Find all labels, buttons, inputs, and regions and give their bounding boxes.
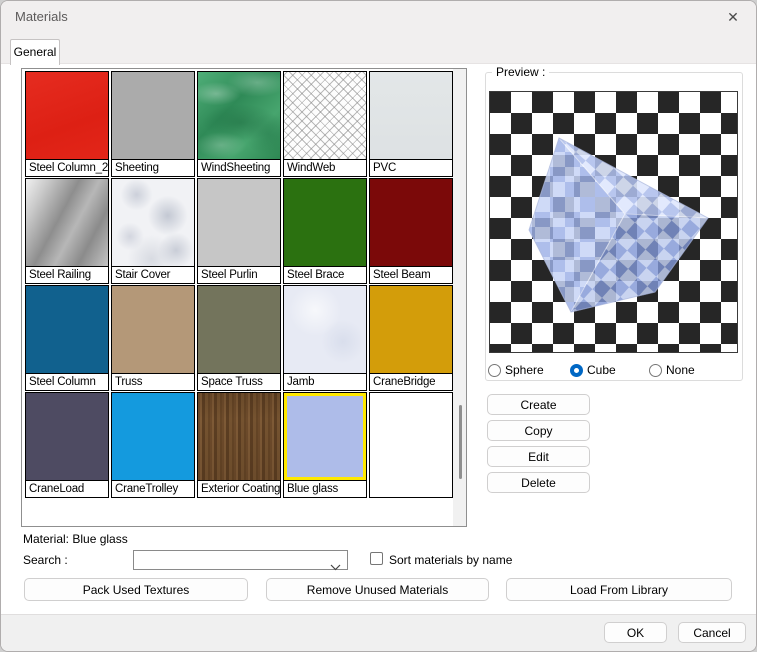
pack-used-textures-button[interactable]: Pack Used Textures bbox=[24, 578, 248, 601]
material-cell[interactable]: Space Truss bbox=[197, 285, 281, 391]
material-cell[interactable]: CraneBridge bbox=[369, 285, 453, 391]
material-cell[interactable]: CraneTrolley bbox=[111, 392, 195, 498]
material-swatch bbox=[284, 179, 366, 266]
material-name: Steel Brace bbox=[284, 266, 366, 283]
material-swatch bbox=[370, 72, 452, 159]
material-name: CraneTrolley bbox=[112, 480, 194, 497]
material-name: CraneLoad bbox=[26, 480, 108, 497]
edit-button[interactable]: Edit bbox=[487, 446, 590, 467]
material-cell[interactable]: CraneLoad bbox=[25, 392, 109, 498]
material-swatch bbox=[198, 72, 280, 159]
material-cell[interactable]: WindWeb bbox=[283, 71, 367, 177]
material-cell[interactable]: PVC bbox=[369, 71, 453, 177]
remove-unused-materials-button[interactable]: Remove Unused Materials bbox=[266, 578, 489, 601]
material-name: Jamb bbox=[284, 373, 366, 390]
shape-radio-sphere[interactable]: Sphere bbox=[488, 363, 544, 377]
material-swatch bbox=[198, 179, 280, 266]
material-cell[interactable]: Truss bbox=[111, 285, 195, 391]
material-name bbox=[370, 480, 452, 497]
close-icon: ✕ bbox=[727, 9, 739, 26]
scrollbar-thumb[interactable] bbox=[459, 405, 462, 479]
material-swatch bbox=[26, 72, 108, 159]
material-name: Space Truss bbox=[198, 373, 280, 390]
chevron-down-icon[interactable] bbox=[330, 558, 341, 576]
shape-radio-label: Sphere bbox=[505, 363, 544, 377]
material-name: Steel Railing bbox=[26, 266, 108, 283]
material-name: Steel Column_2 bbox=[26, 159, 108, 176]
radio-icon bbox=[488, 364, 501, 377]
material-swatch bbox=[26, 179, 108, 266]
shape-radio-label: Cube bbox=[587, 363, 616, 377]
material-list[interactable]: Steel Column_2 Sheeting WindSheeting Win… bbox=[21, 68, 467, 527]
material-cell[interactable]: Steel Purlin bbox=[197, 178, 281, 284]
load-from-library-button[interactable]: Load From Library bbox=[506, 578, 732, 601]
tab-general[interactable]: General bbox=[10, 39, 60, 65]
material-swatch bbox=[26, 286, 108, 373]
material-cell[interactable]: Blue glass bbox=[283, 392, 367, 498]
preview-shape-options: Sphere Cube None bbox=[485, 361, 743, 379]
material-name: Exterior Coating bbox=[198, 480, 280, 497]
search-input[interactable] bbox=[133, 550, 348, 570]
material-cell[interactable]: Exterior Coating bbox=[197, 392, 281, 498]
tab-strip bbox=[1, 31, 756, 64]
material-name: Steel Column bbox=[26, 373, 108, 390]
material-cell[interactable]: Steel Brace bbox=[283, 178, 367, 284]
close-button[interactable]: ✕ bbox=[718, 5, 748, 29]
material-cell[interactable]: Jamb bbox=[283, 285, 367, 391]
materials-dialog: Materials ✕ General Steel Column_2 Sheet… bbox=[0, 0, 757, 652]
material-name: WindWeb bbox=[284, 159, 366, 176]
delete-button[interactable]: Delete bbox=[487, 472, 590, 493]
sort-checkbox[interactable] bbox=[370, 552, 383, 565]
shape-radio-cube[interactable]: Cube bbox=[570, 363, 616, 377]
material-cell[interactable]: Steel Beam bbox=[369, 178, 453, 284]
preview-group-label: Preview : bbox=[492, 65, 549, 79]
material-swatch bbox=[370, 286, 452, 373]
material-swatch bbox=[198, 393, 280, 480]
material-cell[interactable]: Steel Railing bbox=[25, 178, 109, 284]
material-swatch bbox=[284, 393, 366, 480]
titlebar: Materials ✕ bbox=[1, 1, 756, 31]
material-swatch bbox=[112, 179, 194, 266]
material-name: Blue glass bbox=[284, 480, 366, 497]
copy-button[interactable]: Copy bbox=[487, 420, 590, 441]
material-cell[interactable]: Steel Column bbox=[25, 285, 109, 391]
sort-checkbox-label: Sort materials by name bbox=[389, 553, 512, 567]
material-name: Sheeting bbox=[112, 159, 194, 176]
shape-radio-label: None bbox=[666, 363, 695, 377]
material-cell[interactable]: WindSheeting bbox=[197, 71, 281, 177]
radio-icon bbox=[570, 364, 583, 377]
scrollbar-track[interactable] bbox=[453, 69, 466, 526]
material-swatch bbox=[370, 179, 452, 266]
window-title: Materials bbox=[15, 9, 68, 24]
material-swatch bbox=[284, 286, 366, 373]
selected-material-label: Material: Blue glass bbox=[23, 532, 128, 546]
material-swatch bbox=[112, 393, 194, 480]
radio-icon bbox=[649, 364, 662, 377]
material-cell[interactable]: Stair Cover bbox=[111, 178, 195, 284]
material-name: WindSheeting bbox=[198, 159, 280, 176]
material-name: CraneBridge bbox=[370, 373, 452, 390]
material-swatch bbox=[198, 286, 280, 373]
preview-render bbox=[489, 91, 738, 353]
material-cell[interactable]: Sheeting bbox=[111, 71, 195, 177]
material-swatch bbox=[370, 393, 452, 480]
material-name: Stair Cover bbox=[112, 266, 194, 283]
cancel-button[interactable]: Cancel bbox=[678, 622, 746, 643]
ok-button[interactable]: OK bbox=[604, 622, 667, 643]
material-name: Steel Beam bbox=[370, 266, 452, 283]
shape-radio-none[interactable]: None bbox=[649, 363, 695, 377]
create-button[interactable]: Create bbox=[487, 394, 590, 415]
material-swatch bbox=[284, 72, 366, 159]
material-swatch bbox=[112, 72, 194, 159]
material-swatch bbox=[112, 286, 194, 373]
material-cell[interactable] bbox=[369, 392, 453, 498]
material-name: PVC bbox=[370, 159, 452, 176]
material-cell[interactable]: Steel Column_2 bbox=[25, 71, 109, 177]
preview-cube-image bbox=[490, 92, 737, 352]
material-name: Steel Purlin bbox=[198, 266, 280, 283]
material-swatch bbox=[26, 393, 108, 480]
material-name: Truss bbox=[112, 373, 194, 390]
search-label: Search : bbox=[23, 553, 68, 567]
